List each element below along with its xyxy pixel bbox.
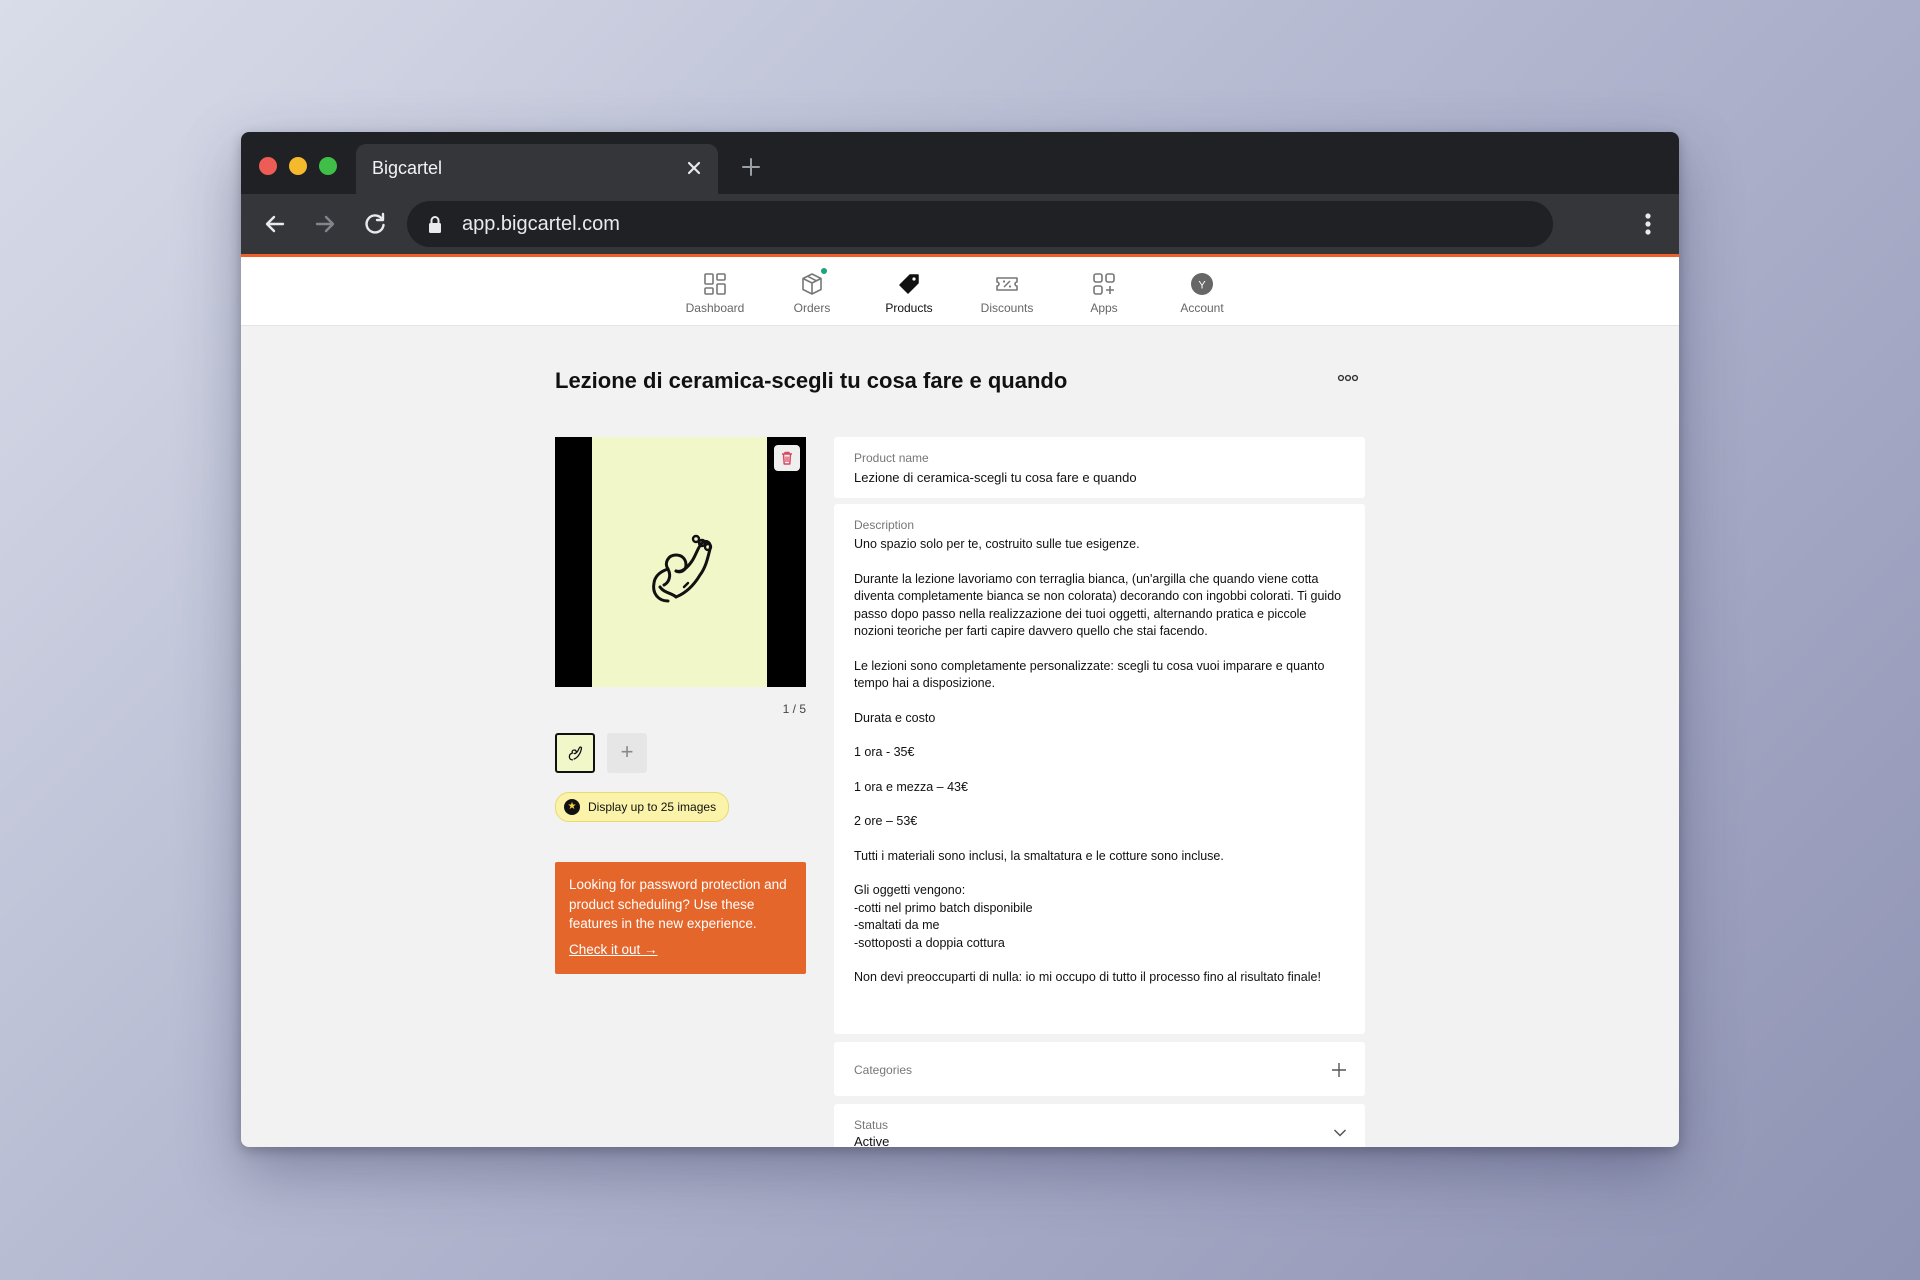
hand-thumbnail-icon — [568, 746, 583, 761]
nav-label: Dashboard — [685, 301, 745, 315]
new-tab-icon[interactable] — [740, 156, 762, 178]
tag-icon — [899, 274, 919, 294]
nav-account[interactable]: Y Account — [1152, 271, 1252, 323]
images-limit-text: Display up to 25 images — [588, 800, 717, 814]
desc-paragraph: Durante la lezione lavoriamo con terragl… — [854, 571, 1342, 639]
close-window-button[interactable] — [259, 157, 277, 175]
categories-field[interactable]: Categories — [834, 1042, 1365, 1096]
desc-paragraph: Tutti i materiali sono inclusi, la smalt… — [854, 848, 1224, 863]
account-avatar-icon: Y — [1191, 273, 1213, 295]
reload-icon[interactable] — [361, 210, 389, 238]
browser-menu-icon[interactable] — [1643, 208, 1653, 240]
delete-image-button[interactable] — [774, 445, 800, 471]
status-field[interactable]: Status Active — [834, 1104, 1365, 1147]
description-field[interactable]: Description Uno spazio solo per te, cost… — [834, 504, 1365, 1034]
desc-paragraph: 2 ore – 53€ — [854, 814, 918, 828]
desc-line: -cotti nel primo batch disponibile — [854, 900, 1033, 915]
box-icon — [802, 273, 822, 295]
nav-discounts[interactable]: Discounts — [957, 271, 1057, 323]
field-label: Status — [854, 1118, 889, 1132]
nav-label: Discounts — [980, 301, 1034, 315]
image-thumbnail[interactable] — [555, 733, 595, 773]
star-icon: ★ — [564, 799, 580, 815]
description-text: Uno spazio solo per te, costruito sulle … — [854, 536, 1345, 987]
desc-paragraph: 1 ora e mezza – 43€ — [854, 779, 968, 794]
more-options-icon[interactable] — [1335, 368, 1361, 388]
nav-label: Apps — [1090, 301, 1118, 315]
url-text: app.bigcartel.com — [462, 213, 620, 235]
apps-icon — [1093, 273, 1115, 295]
maximize-window-button[interactable] — [319, 157, 337, 175]
product-name-value: Lezione di ceramica-scegli tu cosa fare … — [854, 470, 1137, 485]
field-label: Categories — [854, 1063, 913, 1077]
desc-line: -smaltati da me — [854, 918, 940, 932]
trash-icon — [782, 451, 792, 465]
desc-paragraph: Non devi preoccuparti di nulla: io mi oc… — [854, 970, 1321, 984]
nav-dashboard[interactable]: Dashboard — [665, 271, 765, 323]
desc-paragraph: Le lezioni sono completamente personaliz… — [854, 658, 1325, 691]
coupon-icon — [996, 277, 1018, 291]
image-canvas — [592, 437, 767, 687]
browser-toolbar: app.bigcartel.com — [241, 194, 1679, 254]
close-tab-icon[interactable] — [684, 158, 704, 178]
nav-label: Products — [885, 301, 933, 315]
desc-line: -sottoposti a doppia cottura — [854, 935, 1005, 950]
chevron-down-icon[interactable] — [1333, 1128, 1347, 1138]
add-category-icon[interactable] — [1331, 1062, 1347, 1078]
product-image[interactable] — [555, 437, 806, 687]
promo-text: Looking for password protection and prod… — [569, 877, 787, 931]
add-image-button[interactable]: + — [607, 733, 647, 773]
browser-tab[interactable]: Bigcartel — [356, 144, 718, 194]
desc-line: Gli oggetti vengono: — [854, 883, 966, 897]
desc-paragraph: Durata e costo — [854, 710, 936, 725]
back-arrow-icon[interactable] — [261, 210, 289, 238]
desc-paragraph: Gli oggetti vengono: -cotti nel primo ba… — [854, 882, 1345, 952]
promo-banner: Looking for password protection and prod… — [555, 862, 806, 974]
field-label: Product name — [854, 451, 929, 465]
app-navigation: Dashboard Orders Products Discounts Apps… — [241, 257, 1679, 326]
lock-icon — [429, 216, 441, 233]
nav-label: Account — [1180, 301, 1224, 315]
tab-bar: Bigcartel — [241, 132, 1679, 194]
minimize-window-button[interactable] — [289, 157, 307, 175]
nav-orders[interactable]: Orders — [762, 268, 862, 323]
dashboard-icon — [704, 273, 726, 295]
desc-paragraph: Uno spazio solo per te, costruito sulle … — [854, 537, 1140, 551]
product-name-field[interactable]: Product name Lezione di ceramica-scegli … — [834, 437, 1365, 498]
nav-label: Orders — [793, 301, 831, 315]
tab-title: Bigcartel — [372, 158, 443, 178]
image-counter: 1 / 5 — [782, 702, 806, 716]
browser-window: Bigcartel app.bigcartel.com Dashboard Or… — [241, 132, 1679, 1147]
images-limit-badge: ★ Display up to 25 images — [555, 792, 730, 822]
hand-illustration-icon — [652, 534, 713, 603]
desc-paragraph: 1 ora - 35€ — [854, 745, 915, 759]
address-bar[interactable]: app.bigcartel.com — [407, 201, 1553, 247]
nav-apps[interactable]: Apps — [1054, 271, 1154, 323]
notification-dot — [821, 268, 827, 274]
field-label: Description — [854, 518, 915, 532]
orders-icon-wrap — [799, 268, 827, 297]
forward-arrow-icon[interactable] — [311, 210, 339, 238]
avatar-initial: Y — [1198, 280, 1206, 292]
promo-link[interactable]: Check it out → — [569, 942, 658, 957]
nav-products[interactable]: Products — [859, 271, 959, 323]
page-title: Lezione di ceramica-scegli tu cosa fare … — [555, 368, 1068, 393]
status-value: Active — [854, 1134, 890, 1147]
